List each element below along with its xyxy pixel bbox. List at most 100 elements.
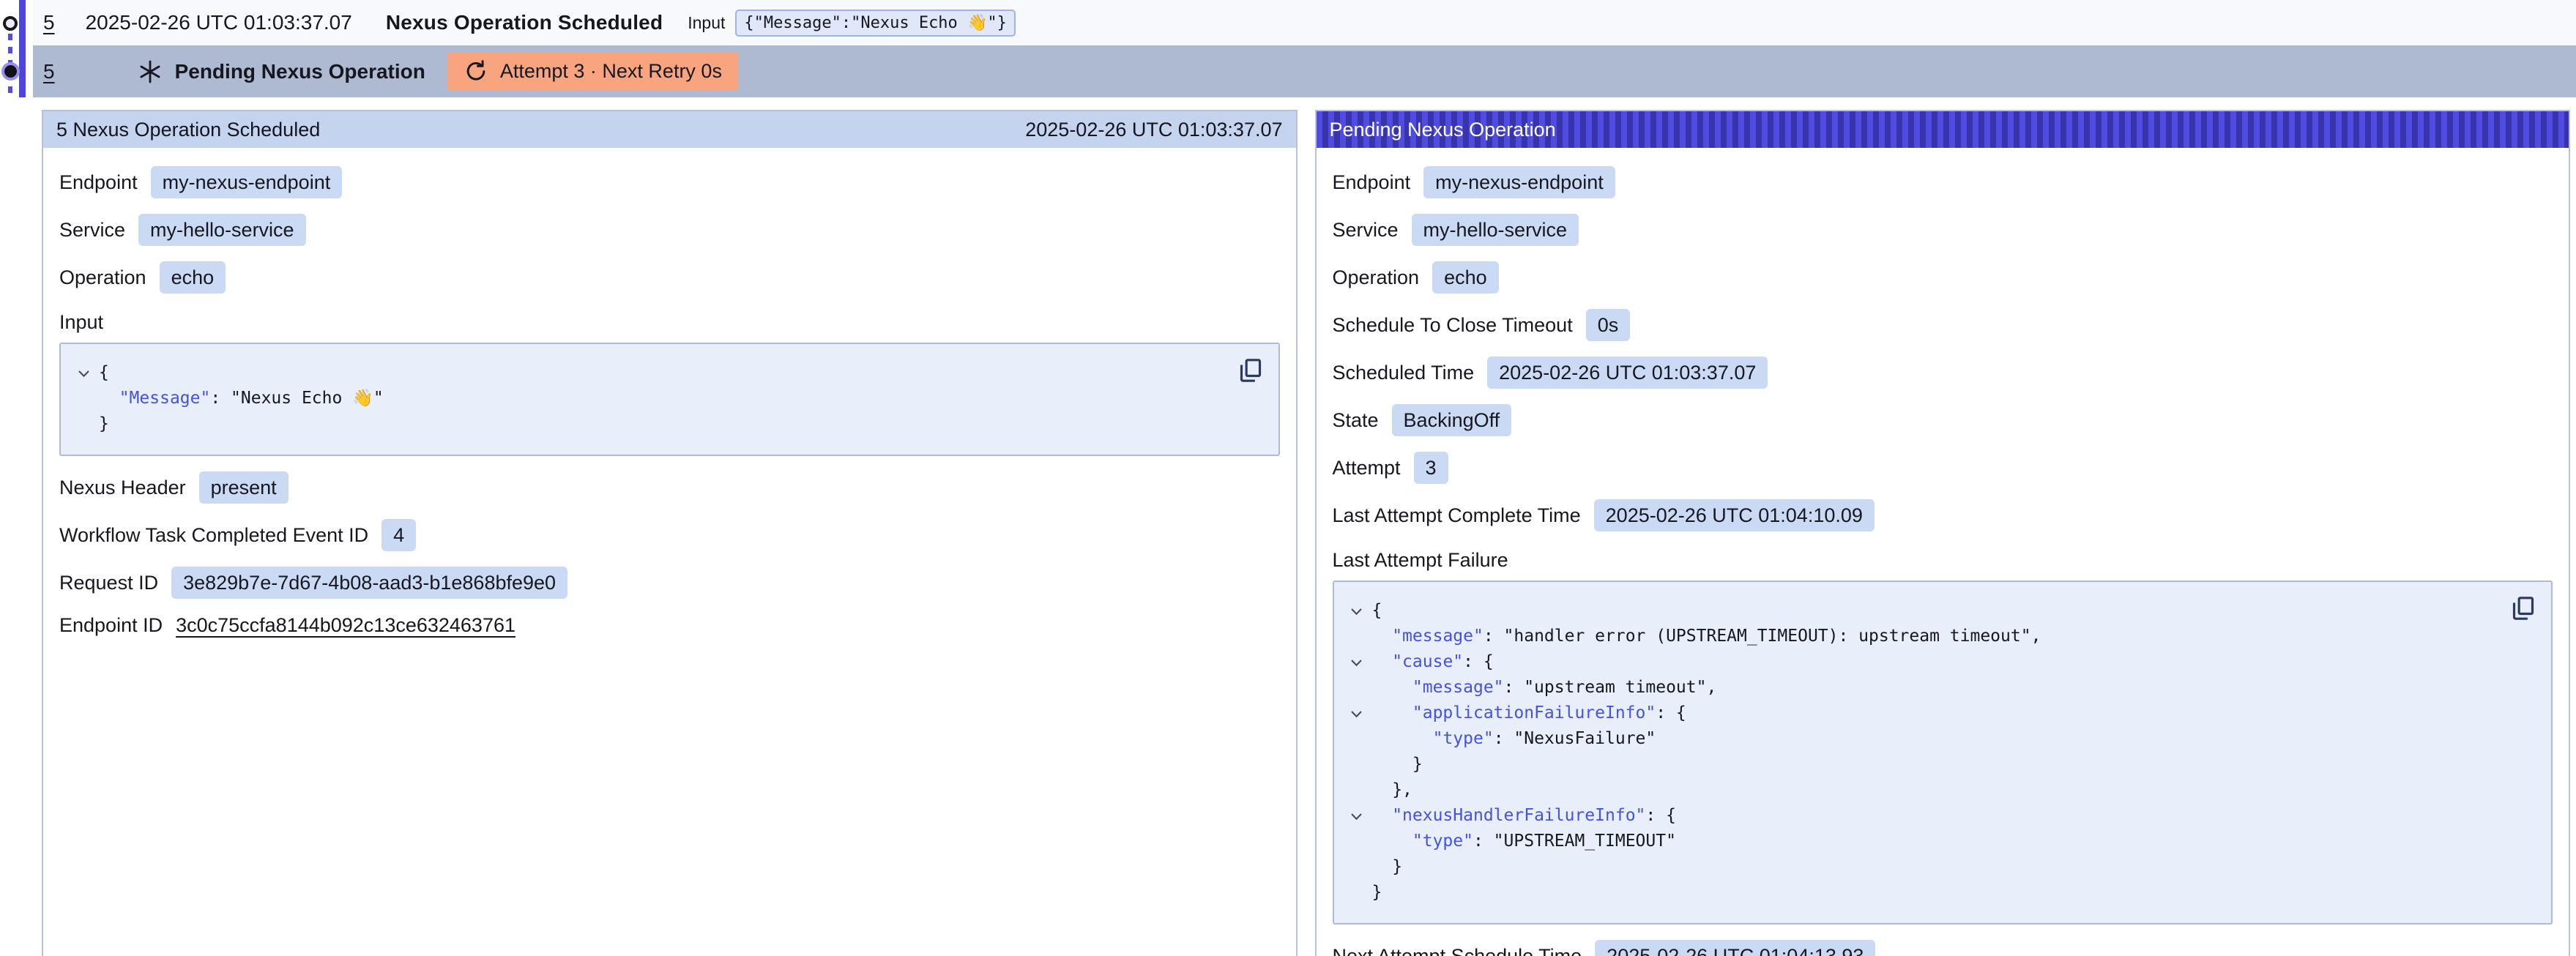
field-value-badge: my-nexus-endpoint bbox=[1423, 166, 1615, 198]
field-last-attempt-complete-time: Last Attempt Complete Time 2025-02-26 UT… bbox=[1333, 499, 2553, 531]
field-label: Operation bbox=[59, 266, 146, 289]
chevron-down-icon[interactable] bbox=[1341, 649, 1372, 667]
field-endpoint-id: Endpoint ID 3c0c75ccfa8144b092c13ce63246… bbox=[59, 614, 1280, 637]
field-value-badge: my-hello-service bbox=[138, 214, 306, 246]
input-section-label: Input bbox=[59, 311, 1280, 334]
failure-section-label: Last Attempt Failure bbox=[1333, 549, 2553, 572]
code-line-text: "Message": "Nexus Echo 👋" bbox=[99, 386, 384, 411]
event-row-pending[interactable]: 5 Pending Nexus Operation Attempt 3 · Ne… bbox=[33, 45, 2576, 97]
panel-header-scheduled: 5 Nexus Operation Scheduled 2025-02-26 U… bbox=[43, 111, 1296, 148]
copy-icon[interactable] bbox=[1236, 356, 1265, 385]
event-timestamp: 2025-02-26 UTC 01:03:37.07 bbox=[86, 11, 352, 34]
chevron-down-icon[interactable] bbox=[1341, 598, 1372, 616]
field-value-badge: 2025-02-26 UTC 01:04:13.93 bbox=[1595, 940, 1875, 956]
endpoint-id-link[interactable]: 3c0c75ccfa8144b092c13ce632463761 bbox=[176, 614, 515, 637]
code-line-text: } bbox=[1372, 752, 1423, 777]
copy-icon[interactable] bbox=[2509, 594, 2538, 623]
field-value-badge: echo bbox=[160, 261, 226, 294]
field-label: State bbox=[1333, 409, 1379, 432]
panel-timestamp: 2025-02-26 UTC 01:03:37.07 bbox=[1025, 119, 1282, 141]
field-nexus-header: Nexus Header present bbox=[59, 471, 1280, 504]
input-label: Input bbox=[688, 13, 725, 33]
chevron-spacer bbox=[1341, 777, 1372, 787]
retry-arrow-icon bbox=[464, 59, 488, 84]
field-value-badge: 3e829b7e-7d67-4b08-aad3-b1e868bfe9e0 bbox=[171, 567, 567, 599]
field-label: Endpoint bbox=[59, 171, 138, 194]
chevron-spacer bbox=[68, 386, 99, 395]
field-endpoint: Endpoint my-nexus-endpoint bbox=[59, 166, 1280, 198]
field-label: Workflow Task Completed Event ID bbox=[59, 524, 368, 547]
field-label: Nexus Header bbox=[59, 477, 186, 499]
field-value-badge: my-nexus-endpoint bbox=[151, 166, 343, 198]
field-label: Request ID bbox=[59, 572, 158, 594]
event-row-scheduled[interactable]: 5 2025-02-26 UTC 01:03:37.07 Nexus Opera… bbox=[33, 0, 2576, 45]
field-value-badge: echo bbox=[1432, 261, 1499, 294]
field-value-badge: 2025-02-26 UTC 01:03:37.07 bbox=[1487, 356, 1768, 389]
field-label: Endpoint ID bbox=[59, 614, 163, 637]
chevron-spacer bbox=[1341, 854, 1372, 864]
code-line-text: } bbox=[1372, 880, 1382, 905]
chevron-spacer bbox=[1341, 829, 1372, 838]
chevron-down-icon[interactable] bbox=[1341, 803, 1372, 821]
code-line-text: "nexusHandlerFailureInfo": { bbox=[1372, 803, 1676, 829]
field-label: Next Attempt Schedule Time bbox=[1333, 945, 1582, 956]
field-attempt: Attempt 3 bbox=[1333, 452, 2553, 484]
code-line-text: { bbox=[99, 360, 109, 386]
code-line-text: "cause": { bbox=[1372, 649, 1494, 675]
input-json-block: { "Message": "Nexus Echo 👋"} bbox=[59, 343, 1280, 456]
code-line-text: "message": "upstream timeout", bbox=[1372, 675, 1717, 701]
chevron-spacer bbox=[1341, 675, 1372, 684]
pending-operation-panel: Pending Nexus Operation Endpoint my-nexu… bbox=[1315, 110, 2571, 956]
panel-header-pending: Pending Nexus Operation bbox=[1317, 111, 2569, 148]
field-label: Service bbox=[1333, 219, 1399, 242]
timeline-current-dot-icon bbox=[4, 65, 17, 78]
code-line-text: } bbox=[1372, 854, 1403, 880]
code-line-text: { bbox=[1372, 598, 1382, 624]
field-wft-completed-event-id: Workflow Task Completed Event ID 4 bbox=[59, 519, 1280, 551]
field-next-attempt-schedule-time: Next Attempt Schedule Time 2025-02-26 UT… bbox=[1333, 940, 2553, 956]
code-line-text: } bbox=[99, 411, 109, 437]
field-label: Operation bbox=[1333, 266, 1420, 289]
field-value-badge: present bbox=[199, 471, 289, 504]
field-label: Endpoint bbox=[1333, 171, 1411, 194]
chevron-down-icon[interactable] bbox=[68, 360, 99, 378]
field-request-id: Request ID 3e829b7e-7d67-4b08-aad3-b1e86… bbox=[59, 567, 1280, 599]
field-operation: Operation echo bbox=[1333, 261, 2553, 294]
field-schedule-to-close-timeout: Schedule To Close Timeout 0s bbox=[1333, 309, 2553, 341]
chevron-spacer bbox=[68, 411, 99, 421]
pending-operation-title: Pending Nexus Operation bbox=[175, 60, 425, 83]
code-line-text: "message": "handler error (UPSTREAM_TIME… bbox=[1372, 624, 2041, 649]
field-service: Service my-hello-service bbox=[1333, 214, 2553, 246]
chevron-down-icon[interactable] bbox=[1341, 701, 1372, 718]
field-value-badge: 2025-02-26 UTC 01:04:10.09 bbox=[1594, 499, 1875, 531]
event-detail-panel-scheduled: 5 Nexus Operation Scheduled 2025-02-26 U… bbox=[42, 110, 1298, 956]
field-scheduled-time: Scheduled Time 2025-02-26 UTC 01:03:37.0… bbox=[1333, 356, 2553, 389]
selected-event-bar bbox=[19, 0, 26, 97]
timeline-gutter bbox=[0, 0, 33, 97]
event-id-link[interactable]: 5 bbox=[43, 60, 55, 83]
event-name: Nexus Operation Scheduled bbox=[386, 11, 663, 34]
field-label: Last Attempt Complete Time bbox=[1333, 504, 1581, 527]
code-line-text: "type": "UPSTREAM_TIMEOUT" bbox=[1372, 829, 1676, 854]
panel-title: Pending Nexus Operation bbox=[1330, 119, 1556, 141]
code-line-text: "type": "NexusFailure" bbox=[1372, 726, 1656, 752]
code-line-text: }, bbox=[1372, 777, 1412, 803]
panel-title: 5 Nexus Operation Scheduled bbox=[56, 119, 320, 141]
field-state: State BackingOff bbox=[1333, 404, 2553, 436]
field-value-badge: my-hello-service bbox=[1412, 214, 1579, 246]
chevron-spacer bbox=[1341, 880, 1372, 889]
field-value-badge: 4 bbox=[381, 519, 416, 551]
retry-attempt-text: Attempt 3 · Next Retry 0s bbox=[500, 60, 722, 83]
field-label: Schedule To Close Timeout bbox=[1333, 314, 1573, 337]
field-value-badge: 3 bbox=[1414, 452, 1448, 484]
chevron-spacer bbox=[1341, 726, 1372, 736]
field-operation: Operation echo bbox=[59, 261, 1280, 294]
retry-attempt-badge: Attempt 3 · Next Retry 0s bbox=[447, 53, 738, 91]
input-preview-chip: {"Message":"Nexus Echo 👋"} bbox=[735, 10, 1016, 37]
event-id-link[interactable]: 5 bbox=[43, 11, 55, 34]
field-service: Service my-hello-service bbox=[59, 214, 1280, 246]
field-value-badge: BackingOff bbox=[1392, 404, 1512, 436]
timeline-open-circle-icon bbox=[3, 16, 18, 31]
chevron-spacer bbox=[1341, 624, 1372, 633]
code-line-text: "applicationFailureInfo": { bbox=[1372, 701, 1686, 726]
